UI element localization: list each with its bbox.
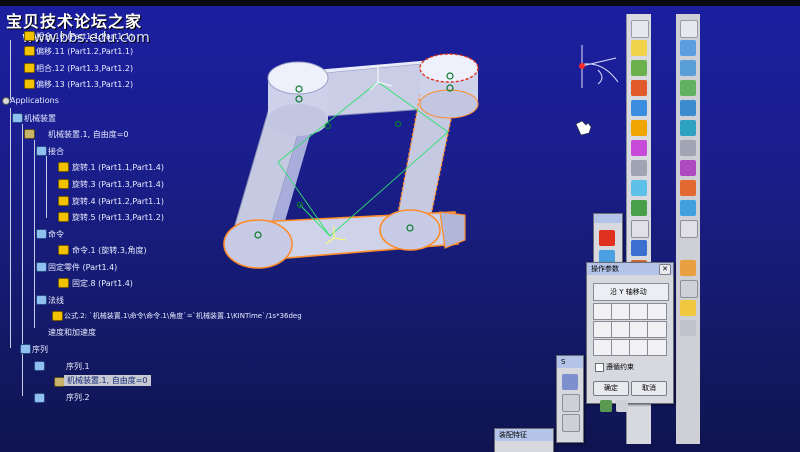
compass-icon[interactable] — [579, 45, 619, 88]
tool-button[interactable] — [680, 120, 696, 136]
move-y-button[interactable] — [611, 303, 631, 320]
ok-button[interactable]: 确定 — [593, 381, 629, 396]
select-arrow-icon[interactable] — [680, 20, 698, 38]
tool-button[interactable] — [680, 100, 696, 116]
move-xz-button[interactable] — [629, 321, 649, 338]
assembly-features-panel: 装配特征 — [494, 428, 554, 452]
tool-button[interactable] — [680, 160, 696, 176]
tool-button[interactable] — [562, 414, 580, 432]
tool-button[interactable] — [680, 80, 696, 96]
tool-button[interactable] — [631, 160, 647, 176]
tool-button[interactable] — [680, 320, 696, 336]
hand-cursor-icon — [575, 120, 592, 136]
tool-button[interactable] — [631, 80, 647, 96]
respect-constraints-label: 遵循约束 — [606, 363, 634, 371]
close-button[interactable]: ✕ — [659, 264, 671, 275]
tool-button[interactable] — [631, 100, 647, 116]
move-x-button[interactable] — [593, 303, 613, 320]
floating-toolbar-title — [594, 214, 622, 223]
move-z-button[interactable] — [629, 303, 649, 320]
move-dir-button[interactable] — [647, 303, 667, 320]
tool-button[interactable] — [680, 40, 696, 56]
rotate-x-button[interactable] — [593, 339, 613, 356]
tool-button[interactable] — [680, 220, 698, 238]
respect-constraints-checkbox[interactable] — [595, 363, 604, 372]
tool-button[interactable] — [680, 300, 696, 316]
tool-button[interactable] — [631, 140, 647, 156]
rotate-z-button[interactable] — [629, 339, 649, 356]
hub-top-left[interactable] — [267, 61, 329, 136]
move-plane-button[interactable] — [647, 321, 667, 338]
tool-button[interactable] — [599, 230, 615, 246]
rotate-axis-button[interactable] — [647, 339, 667, 356]
tool-button[interactable] — [680, 140, 696, 156]
tool-button[interactable] — [562, 394, 580, 412]
tool-button[interactable] — [680, 180, 696, 196]
direction-row[interactable]: 沿 Y 轴移动 — [593, 283, 669, 301]
side-panel: S — [556, 355, 584, 443]
tool-button[interactable] — [631, 220, 649, 238]
tool-button[interactable] — [631, 240, 647, 256]
tool-button[interactable] — [562, 374, 578, 390]
tool-button[interactable] — [631, 120, 647, 136]
standard-toolbar — [676, 14, 700, 444]
tool-button[interactable] — [631, 200, 647, 216]
tool-button[interactable] — [680, 280, 698, 298]
cancel-button[interactable]: 取消 — [631, 381, 667, 396]
direction-label: 沿 Y 轴移动 — [610, 288, 647, 296]
tool-button[interactable] — [631, 180, 647, 196]
catia-window: 宝贝技术论坛之家 www.bbs.edu.com 相合.10 (Part1.1,… — [0, 0, 800, 452]
move-xy-button[interactable] — [593, 321, 613, 338]
tool-button[interactable] — [631, 60, 647, 76]
tool-button[interactable] — [680, 60, 696, 76]
monitor-bezel-right — [700, 0, 800, 452]
move-yz-button[interactable] — [611, 321, 631, 338]
tool-button[interactable] — [631, 40, 647, 56]
assembly-features-title: 装配特征 — [495, 429, 553, 441]
save-icon[interactable] — [600, 400, 612, 412]
tool-button[interactable] — [680, 200, 696, 216]
tool-button[interactable] — [616, 400, 628, 412]
manipulation-dialog: 操作参数 ✕ 沿 Y 轴移动 遵循约束 确定 取消 — [586, 262, 674, 404]
side-panel-title: S — [557, 356, 583, 368]
tool-button[interactable] — [680, 260, 696, 276]
tool-button[interactable] — [631, 20, 649, 38]
rotate-y-button[interactable] — [611, 339, 631, 356]
